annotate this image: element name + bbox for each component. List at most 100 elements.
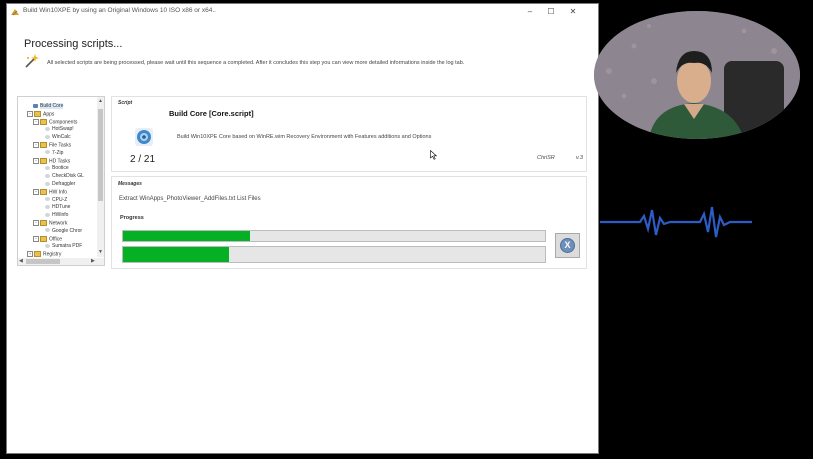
tree-node-google-chror[interactable]: Google Chror: [45, 228, 82, 235]
script-section-label: Script: [118, 100, 133, 106]
tree-node-defraggler[interactable]: Defraggler: [45, 181, 75, 188]
script-author: ChriSR: [537, 155, 555, 161]
page-heading: Processing scripts...: [24, 38, 123, 50]
tree-horizontal-thumb[interactable]: [26, 259, 60, 264]
script-progress-bar: [122, 230, 546, 242]
script-icon: [45, 134, 50, 139]
scroll-down-icon[interactable]: ▼: [98, 249, 103, 255]
script-icon: [45, 173, 50, 178]
scroll-up-icon[interactable]: ▲: [98, 98, 103, 104]
window-title: Build Win10XPE by using an Original Wind…: [23, 7, 216, 14]
title-bar: Build Win10XPE by using an Original Wind…: [7, 4, 598, 20]
tree-expander-icon[interactable]: −: [33, 118, 39, 125]
script-version: v.3: [576, 155, 583, 161]
tree-node-hd-tasks[interactable]: − HD Tasks: [33, 157, 71, 165]
tree-node-wincalc[interactable]: WinCalc: [45, 134, 71, 141]
tree-node-hotswap[interactable]: HotSwap!: [45, 126, 74, 133]
scroll-right-icon[interactable]: ▶: [91, 258, 95, 264]
tree-node-label: Build Core: [40, 103, 64, 109]
script-panel: Script Build Core [Core.script] Build Wi…: [111, 96, 587, 172]
tree-node-label: Registry: [43, 251, 62, 258]
tree-node-label: CheckDisk GL: [52, 173, 84, 180]
script-icon: [45, 166, 50, 171]
tree-expander-icon[interactable]: −: [33, 142, 39, 148]
total-progress-bar: [122, 246, 546, 263]
gear-icon: [33, 103, 38, 108]
tree-expander-icon[interactable]: −: [33, 188, 39, 195]
tree-node-bootice[interactable]: Bootice: [45, 165, 69, 172]
gear-script-icon: [135, 128, 153, 146]
message-text: Extract WinApps_PhotoViewer_AddFiles.txt…: [119, 196, 261, 202]
script-icon: [45, 181, 50, 186]
tree-node-label: Sumatra PDF: [52, 243, 83, 250]
tree-node-label: HD Tasks: [49, 157, 71, 164]
tree-node-label: Defraggler: [52, 181, 76, 187]
tree-node-label: Office: [49, 235, 62, 242]
script-tree[interactable]: Build Core − Apps − Components HotSwap! WinCal…: [17, 96, 105, 266]
tree-node-office[interactable]: − Office: [33, 235, 62, 243]
tree-node-sumatra-pdf[interactable]: Sumatra PDF: [45, 243, 82, 250]
app-window: Build Win10XPE by using an Original Wind…: [6, 3, 599, 454]
script-icon: [45, 205, 50, 210]
script-icon: [45, 197, 50, 202]
tree-node-label: Google Chror: [52, 227, 83, 234]
maximize-button[interactable]: ☐: [544, 6, 558, 18]
script-icon: [45, 212, 50, 217]
tree-horizontal-scrollbar[interactable]: ◀ ▶: [18, 258, 104, 265]
tree-node-label: 7-Zip: [52, 149, 64, 156]
scroll-left-icon[interactable]: ◀: [19, 258, 23, 264]
script-description: Build Win10XPE Core based on WinRE.wim R…: [177, 134, 432, 140]
tree-expander-icon[interactable]: −: [33, 157, 39, 164]
total-progress-fill: [123, 247, 229, 262]
folder-icon: [34, 110, 41, 117]
tree-node-cpu-z[interactable]: CPU-Z: [45, 197, 67, 204]
cancel-x-icon: X: [560, 238, 575, 253]
script-icon: [45, 244, 50, 249]
tree-node-label: WinCalc: [52, 134, 71, 141]
tree-vertical-scrollbar[interactable]: ▲ ▼: [97, 97, 104, 257]
tree-node-network[interactable]: − Network: [33, 220, 67, 227]
script-icon: [45, 127, 50, 132]
wand-icon: [25, 54, 39, 68]
tree-vertical-thumb[interactable]: [98, 109, 103, 201]
tree-node-label: HotSwap!: [52, 126, 74, 133]
tree-node-label: Bootice: [52, 165, 69, 172]
tree-node-hwinfo[interactable]: HWinfo: [45, 212, 68, 219]
tree-node-apps[interactable]: − Apps: [27, 110, 54, 118]
folder-icon: [40, 118, 47, 125]
webcam-overlay: [594, 11, 800, 139]
tree-node-label: File Tasks: [49, 142, 72, 149]
tree-expander-icon[interactable]: −: [33, 220, 39, 226]
processing-description: All selected scripts are being processed…: [47, 60, 465, 66]
audio-waveform: [600, 206, 752, 238]
folder-icon: [34, 251, 41, 258]
tree-node-file-tasks[interactable]: − File Tasks: [33, 142, 71, 149]
minimize-button[interactable]: –: [523, 6, 537, 18]
tree-node-label: HDTune: [52, 204, 71, 211]
tree-node-label: Network: [49, 220, 68, 227]
webcam-presenter-image: [594, 11, 800, 139]
tree-node-components[interactable]: − Components: [33, 118, 78, 126]
script-icon: [45, 150, 50, 155]
progress-label: Progress: [120, 215, 144, 221]
tree-node-label: CPU-Z: [52, 196, 68, 203]
tree-node-label: Components: [49, 118, 78, 125]
script-progress-fill: [123, 231, 250, 241]
tree-node-checkdisk-gl[interactable]: CheckDisk GL: [45, 173, 84, 180]
tree-expander-icon[interactable]: +: [27, 251, 33, 258]
tree-node-7-zip[interactable]: 7-Zip: [45, 150, 63, 157]
folder-icon: [40, 235, 47, 242]
close-button[interactable]: ✕: [566, 6, 580, 18]
messages-panel: Messages Extract WinApps_PhotoViewer_Add…: [111, 176, 587, 269]
tree-expander-icon[interactable]: −: [33, 235, 39, 242]
tree-expander-icon[interactable]: −: [27, 110, 33, 117]
tree-node-hdtune[interactable]: HDTune: [45, 204, 70, 211]
messages-section-label: Messages: [118, 181, 142, 187]
folder-icon: [40, 157, 47, 164]
tree-node-label: HWinfo: [52, 212, 69, 219]
tree-node-label: HW Info: [49, 189, 68, 196]
tree-node-build-core[interactable]: Build Core: [33, 103, 64, 110]
tree-node-hw-info[interactable]: − HW Info: [33, 188, 68, 196]
app-icon: [11, 9, 19, 16]
cancel-button[interactable]: X: [555, 233, 580, 258]
